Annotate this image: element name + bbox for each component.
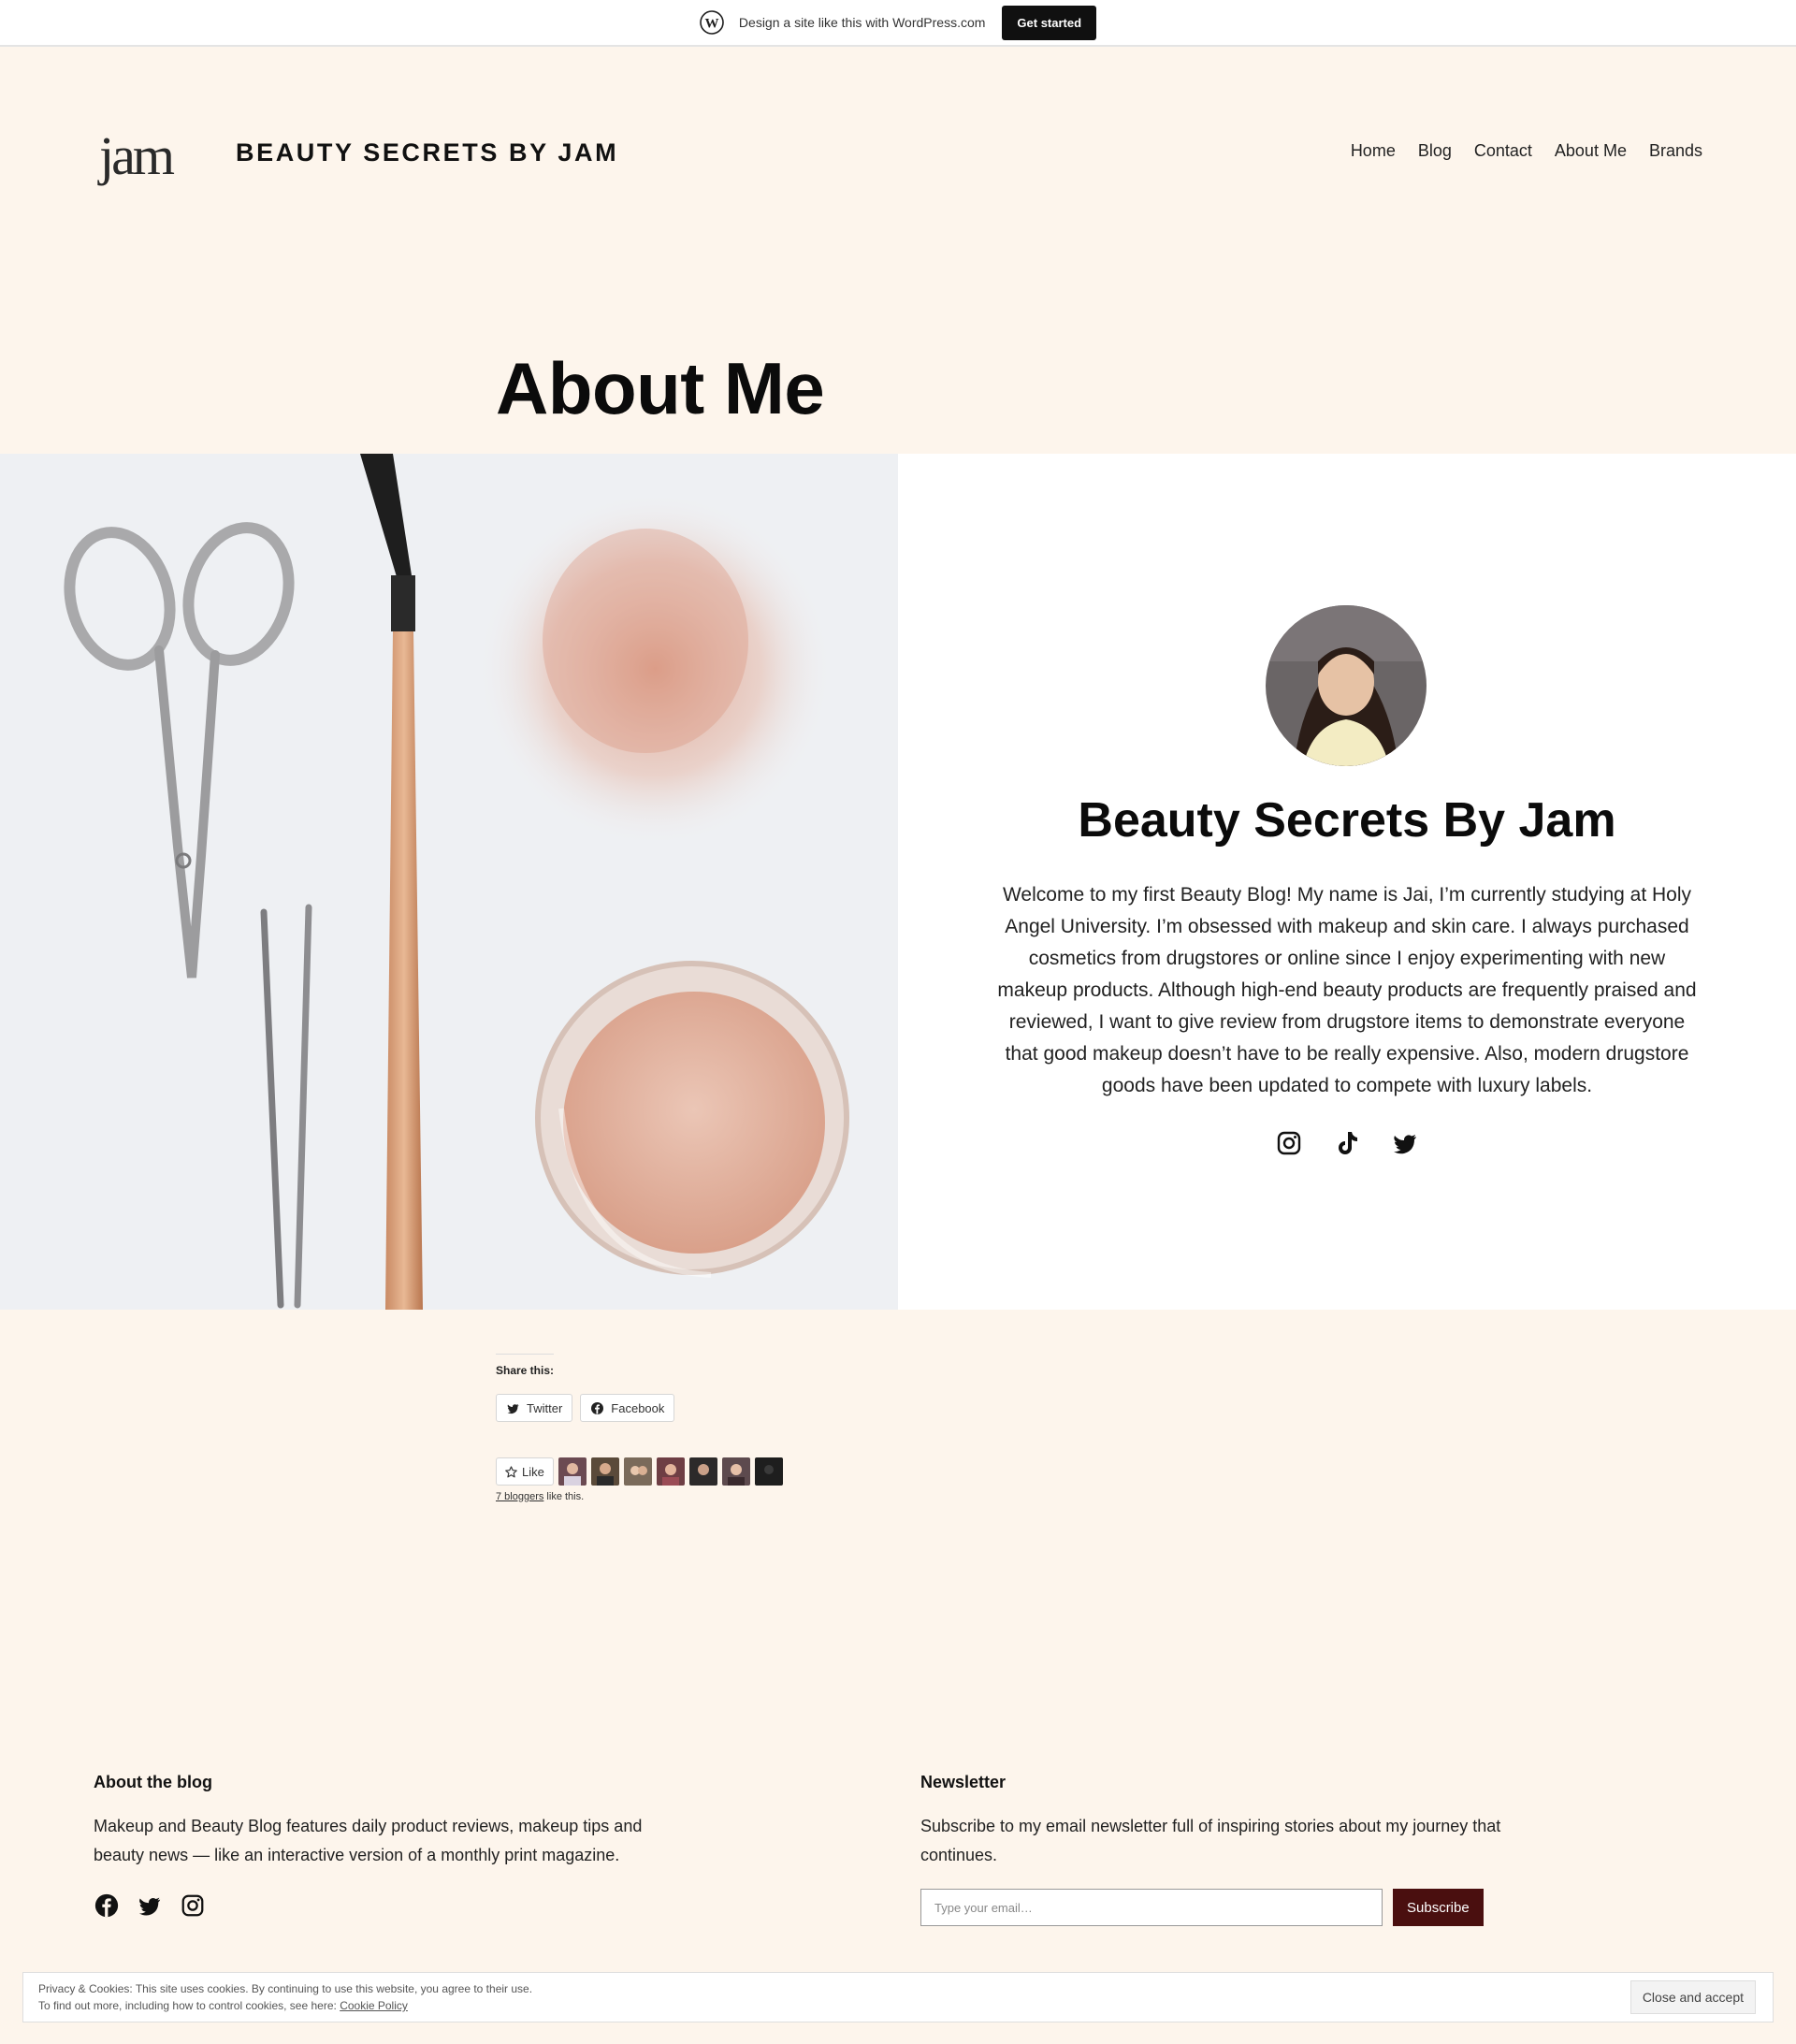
cosmetics-illustration xyxy=(64,454,849,1310)
svg-text:jam: jam xyxy=(97,125,175,186)
share-twitter-button[interactable]: Twitter xyxy=(496,1394,573,1422)
wordpress-banner: W Design a site like this with WordPress… xyxy=(0,0,1796,47)
nav-about-me[interactable]: About Me xyxy=(1555,141,1627,161)
twitter-icon[interactable] xyxy=(137,1892,163,1919)
tiktok-icon[interactable] xyxy=(1333,1129,1361,1157)
site-title[interactable]: BEAUTY SECRETS BY JAM xyxy=(236,138,618,167)
footer-about-text: Makeup and Beauty Blog features daily pr… xyxy=(94,1817,643,1864)
twitter-icon[interactable] xyxy=(1391,1129,1419,1157)
liker-avatar[interactable] xyxy=(656,1457,685,1486)
footer-newsletter: Newsletter Subscribe to my email newslet… xyxy=(920,1773,1519,1926)
share-section: Share this: Twitter Facebook xyxy=(496,1354,675,1422)
likes-count-link[interactable]: 7 bloggers xyxy=(496,1491,543,1502)
likes-count-suffix: like this. xyxy=(543,1491,585,1502)
about-split-section: Beauty Secrets By Jam Welcome to my firs… xyxy=(0,454,1796,1310)
footer-about: About the blog Makeup and Beauty Blog fe… xyxy=(94,1773,692,1919)
facebook-icon xyxy=(591,1401,604,1414)
liker-avatar[interactable] xyxy=(754,1457,783,1486)
share-divider xyxy=(496,1354,554,1355)
profile-name: Beauty Secrets By Jam xyxy=(1078,793,1616,848)
cookie-line-2-text: To find out more, including how to contr… xyxy=(38,1999,340,2012)
share-label: Share this: xyxy=(496,1364,555,1377)
cookie-text: Privacy & Cookies: This site uses cookie… xyxy=(38,1980,532,2014)
likes-section: Like 7 bloggers like this. xyxy=(496,1457,783,1502)
star-icon xyxy=(505,1465,517,1477)
avatar xyxy=(1266,605,1427,766)
email-field[interactable] xyxy=(920,1889,1383,1926)
footer-about-heading: About the blog xyxy=(94,1773,212,1791)
profile-bio: Welcome to my first Beauty Blog! My name… xyxy=(997,884,1697,1096)
wordpress-banner-text: Design a site like this with WordPress.c… xyxy=(738,15,986,30)
liker-avatar[interactable] xyxy=(558,1457,587,1486)
subscribe-button[interactable]: Subscribe xyxy=(1393,1889,1484,1926)
page-title: About Me xyxy=(496,347,825,429)
profile-card: Beauty Secrets By Jam Welcome to my firs… xyxy=(898,454,1796,1310)
main-nav: Home Blog Contact About Me Brands xyxy=(1351,141,1702,161)
nav-contact[interactable]: Contact xyxy=(1474,141,1532,161)
footer-social-links xyxy=(94,1892,692,1919)
nav-blog[interactable]: Blog xyxy=(1418,141,1452,161)
nav-brands[interactable]: Brands xyxy=(1649,141,1702,161)
svg-text:W: W xyxy=(704,17,718,32)
liker-avatar[interactable] xyxy=(623,1457,652,1486)
share-facebook-label: Facebook xyxy=(611,1400,665,1415)
liker-avatar[interactable] xyxy=(688,1457,717,1486)
share-facebook-button[interactable]: Facebook xyxy=(580,1394,675,1422)
likes-count: 7 bloggers like this. xyxy=(496,1491,783,1502)
cookie-line-2: To find out more, including how to contr… xyxy=(38,1997,532,2014)
facebook-icon[interactable] xyxy=(94,1892,120,1919)
liker-avatar[interactable] xyxy=(721,1457,750,1486)
liker-avatar[interactable] xyxy=(590,1457,619,1486)
site-logo[interactable]: jam xyxy=(95,123,204,189)
instagram-icon[interactable] xyxy=(1275,1129,1303,1157)
close-and-accept-button[interactable]: Close and accept xyxy=(1629,1980,1756,2014)
share-twitter-label: Twitter xyxy=(527,1400,563,1415)
cookie-banner: Privacy & Cookies: This site uses cookie… xyxy=(22,1972,1774,2022)
get-started-button[interactable]: Get started xyxy=(1002,5,1097,40)
share-buttons: Twitter Facebook xyxy=(496,1394,675,1422)
newsletter-text: Subscribe to my email newsletter full of… xyxy=(920,1817,1501,1864)
subscribe-form: Subscribe xyxy=(920,1889,1519,1926)
instagram-icon[interactable] xyxy=(180,1892,206,1919)
newsletter-heading: Newsletter xyxy=(920,1773,1007,1791)
twitter-icon xyxy=(507,1403,519,1413)
like-row: Like xyxy=(496,1457,783,1486)
cookie-policy-link[interactable]: Cookie Policy xyxy=(340,1999,408,2012)
cosmetics-photo xyxy=(0,454,898,1310)
wordpress-logo-icon[interactable]: W xyxy=(700,10,724,35)
nav-home[interactable]: Home xyxy=(1351,141,1396,161)
like-button[interactable]: Like xyxy=(496,1457,554,1486)
cookie-line-1: Privacy & Cookies: This site uses cookie… xyxy=(38,1982,533,1995)
profile-social-links xyxy=(898,1129,1796,1157)
site-header: jam BEAUTY SECRETS BY JAM Home Blog Cont… xyxy=(0,47,1796,253)
like-label: Like xyxy=(522,1464,544,1479)
